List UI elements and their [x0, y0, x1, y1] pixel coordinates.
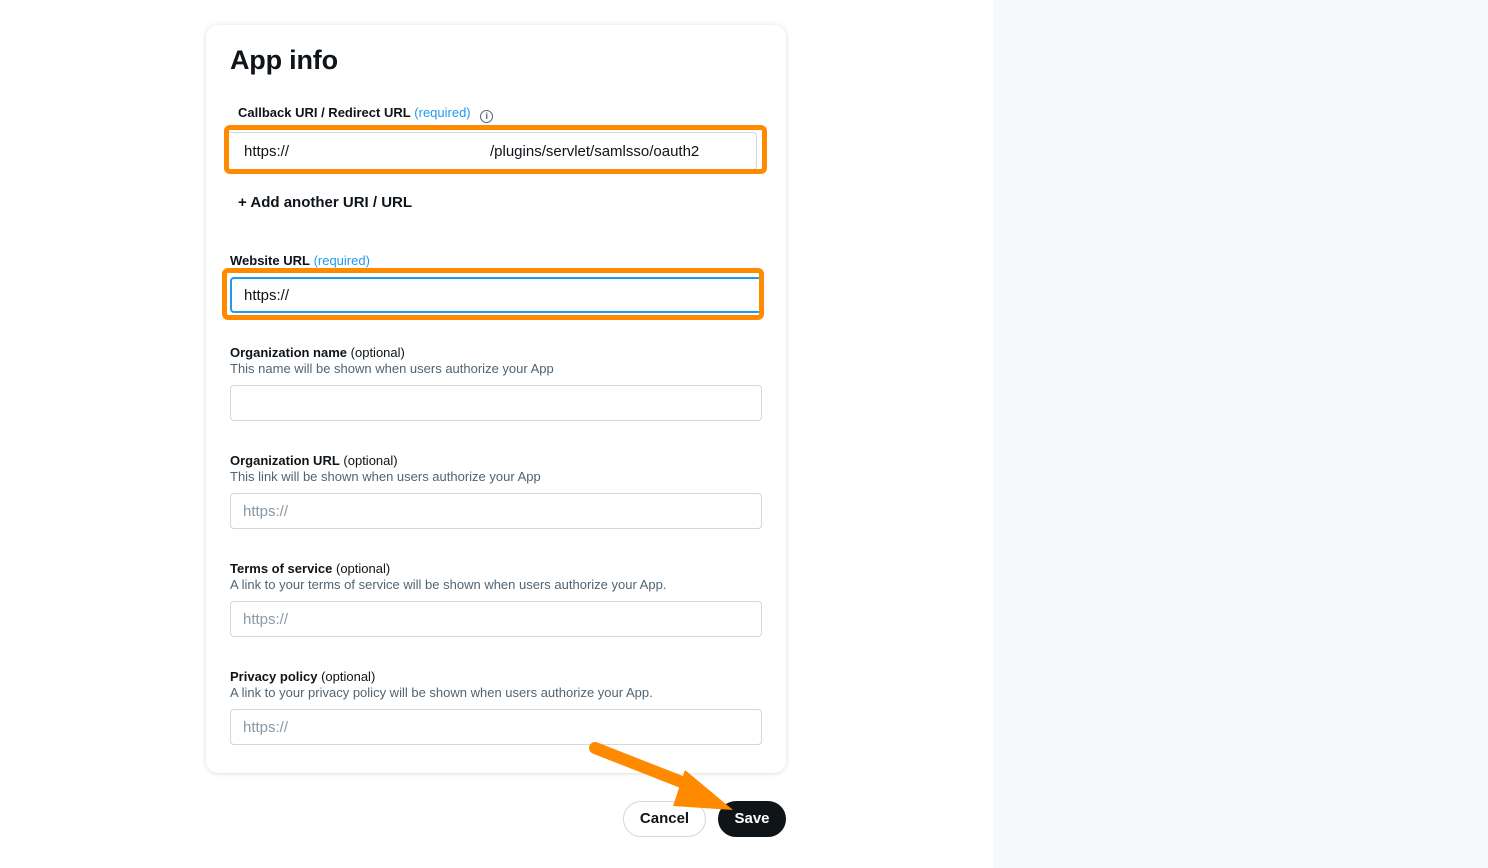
terms-optional-tag: (optional) — [336, 561, 391, 576]
org-url-label: Organization URL (optional) — [230, 453, 398, 468]
privacy-url-input[interactable] — [230, 709, 762, 745]
org-url-help: This link will be shown when users autho… — [230, 469, 541, 484]
org-url-label-text: Organization URL — [230, 453, 340, 468]
terms-label: Terms of service (optional) — [230, 561, 390, 576]
callback-url-path: /plugins/servlet/samlsso/oauth2 — [490, 143, 700, 160]
privacy-label-text: Privacy policy — [230, 669, 318, 684]
terms-label-text: Terms of service — [230, 561, 333, 576]
callback-required-tag: (required) — [414, 105, 471, 120]
terms-help: A link to your terms of service will be … — [230, 577, 667, 592]
callback-url-prefix: https:// — [244, 143, 290, 160]
save-button[interactable]: Save — [718, 801, 786, 837]
privacy-label: Privacy policy (optional) — [230, 669, 375, 684]
org-name-help: This name will be shown when users autho… — [230, 361, 554, 376]
org-name-label: Organization name (optional) — [230, 345, 405, 360]
cancel-button[interactable]: Cancel — [623, 801, 706, 837]
callback-url-label: Callback URI / Redirect URL (required) i — [238, 105, 494, 123]
org-url-optional-tag: (optional) — [343, 453, 398, 468]
website-url-input[interactable] — [230, 277, 762, 313]
callback-url-input[interactable]: https:// /plugins/servlet/samlsso/oauth2 — [225, 132, 757, 170]
page-title: App info — [230, 45, 338, 75]
callback-url-label-text: Callback URI / Redirect URL — [238, 105, 411, 120]
website-required-tag: (required) — [313, 253, 370, 268]
org-name-label-text: Organization name — [230, 345, 348, 360]
info-icon[interactable]: i — [480, 110, 494, 123]
add-another-uri-button[interactable]: + Add another URI / URL — [238, 194, 412, 211]
right-panel-background — [993, 0, 1488, 868]
org-name-input[interactable] — [230, 385, 762, 421]
website-url-label: Website URL (required) — [230, 253, 370, 268]
terms-url-input[interactable] — [230, 601, 762, 637]
org-name-optional-tag: (optional) — [350, 345, 405, 360]
website-url-label-text: Website URL — [230, 253, 310, 268]
privacy-optional-tag: (optional) — [321, 669, 376, 684]
privacy-help: A link to your privacy policy will be sh… — [230, 685, 653, 700]
org-url-input[interactable] — [230, 493, 762, 529]
